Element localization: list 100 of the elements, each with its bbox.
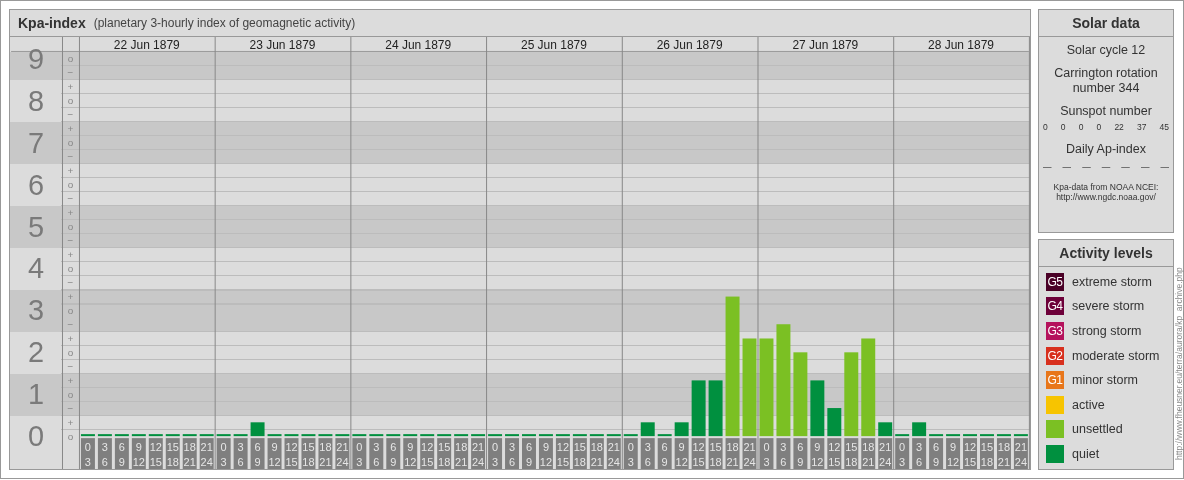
x-tick-label: 3 6	[373, 441, 380, 469]
tick-label: −	[67, 402, 74, 414]
tick-label: +	[67, 416, 74, 428]
axis-label: 4	[28, 252, 45, 285]
x-tick-label: 0 3	[627, 441, 634, 469]
tick-label: o	[67, 179, 74, 191]
time-slot-label: 0 3	[80, 438, 95, 469]
time-slot-label: 0 3	[895, 438, 910, 469]
bar	[912, 422, 927, 437]
x-tick-label: 6 9	[933, 441, 940, 469]
time-slot-label: 21 24	[471, 438, 486, 469]
sunspot-value: 0	[1060, 122, 1066, 132]
panel-title: Solar data	[1039, 10, 1173, 37]
tick-label: −	[67, 151, 74, 163]
bar	[929, 434, 944, 437]
solar-cycle: Solar cycle 12	[1065, 43, 1147, 58]
legend-swatch: G3	[1046, 322, 1064, 341]
x-tick-label: 0 3	[492, 441, 499, 469]
bar	[267, 434, 282, 437]
ap-index-label: Daily Ap-index	[1065, 142, 1147, 157]
time-slot-label: 9 12	[810, 438, 825, 469]
time-slot-label: 21 24	[606, 438, 621, 469]
time-slot-label: 15 18	[301, 438, 316, 469]
legend-label: extreme storm	[1072, 274, 1152, 289]
bar	[505, 434, 519, 437]
panel-title: Activity levels	[1039, 239, 1173, 267]
tick-label: +	[67, 374, 74, 386]
time-slot-label: 9 12	[131, 438, 146, 469]
bar	[827, 408, 842, 437]
time-slot-label: 9 12	[267, 438, 282, 469]
time-slot-label: 18 21	[725, 438, 740, 469]
chart-subtitle: (planetary 3-hourly index of geomagnetic activity)	[93, 15, 356, 30]
time-slot-label: 6 9	[114, 438, 129, 469]
bar	[233, 434, 248, 437]
bar	[980, 434, 994, 437]
bar	[369, 434, 384, 437]
bar	[403, 434, 418, 437]
bar	[1013, 434, 1028, 437]
time-slot-label: 6 9	[250, 438, 265, 469]
ap-value: —	[1043, 162, 1052, 172]
legend-swatch: G2	[1046, 346, 1064, 365]
axis-label: 2	[28, 336, 45, 369]
bar	[538, 434, 553, 437]
time-slot-label: 15 18	[572, 438, 587, 469]
bar	[182, 434, 197, 437]
date-label: 28 Jun 1879	[928, 37, 994, 52]
tick-label: −	[67, 318, 74, 330]
date-label: 27 Jun 1879	[792, 37, 859, 52]
time-slot-label: 6 9	[386, 438, 401, 469]
time-slot-label: 18 21	[996, 438, 1011, 469]
bar	[386, 434, 401, 437]
legend-label: active	[1072, 397, 1105, 412]
ap-value: —	[1160, 162, 1169, 172]
time-slot-label: 12 15	[284, 438, 299, 469]
sunspot-value: 45	[1159, 122, 1169, 132]
tick-label: −	[67, 109, 74, 121]
time-slot-label: 15 18	[437, 438, 452, 469]
time-slot-label: 6 9	[522, 438, 536, 469]
time-slot-label: 12 15	[963, 438, 977, 469]
source-note: Kpa-data from NOAA NCEI:	[1053, 182, 1159, 192]
bar	[606, 434, 621, 437]
time-slot-label: 9 12	[674, 438, 689, 469]
bar	[97, 434, 112, 437]
bar	[657, 434, 672, 437]
bar	[555, 434, 570, 437]
time-slot-label: 15 18	[844, 438, 859, 469]
date-label: 22 Jun 1879	[113, 37, 180, 52]
x-tick-label: 3 6	[780, 441, 787, 469]
time-slot-label: 18 21	[454, 438, 469, 469]
time-slot-label: 21 24	[199, 438, 214, 469]
x-tick-label: 6 9	[118, 441, 125, 469]
bar	[878, 422, 893, 437]
time-slot-label: 12 15	[827, 438, 842, 469]
tick-label: +	[67, 165, 74, 177]
time-slot-label: 3 6	[640, 438, 655, 469]
sunspot-value: 0	[1043, 122, 1048, 132]
bar	[131, 434, 146, 437]
sunspot-label: Sunspot number	[1059, 104, 1153, 119]
tick-label: o	[67, 430, 74, 442]
time-slot-label: 6 9	[793, 438, 808, 469]
bar	[80, 434, 95, 437]
tick-label: −	[67, 276, 74, 288]
sunspot-value: 37	[1136, 122, 1147, 132]
axis-label: 5	[28, 210, 45, 243]
date-label: 25 Jun 1879	[521, 37, 587, 52]
time-slot-label: 0 3	[759, 438, 774, 469]
ap-value: —	[1140, 162, 1150, 172]
bar	[165, 434, 180, 437]
time-slot-label: 12 15	[420, 438, 435, 469]
time-slot-label: 3 6	[776, 438, 791, 469]
date-label: 26 Jun 1879	[656, 37, 723, 52]
bar	[284, 434, 299, 437]
sunspot-value: 22	[1114, 122, 1124, 132]
time-slot-label: 21 24	[335, 438, 350, 469]
bar	[199, 434, 214, 437]
tick-label: −	[67, 67, 74, 79]
bar	[708, 380, 723, 437]
time-slot-label: 9 12	[946, 438, 961, 469]
bar	[335, 434, 350, 437]
x-tick-label: 0 3	[84, 441, 91, 469]
